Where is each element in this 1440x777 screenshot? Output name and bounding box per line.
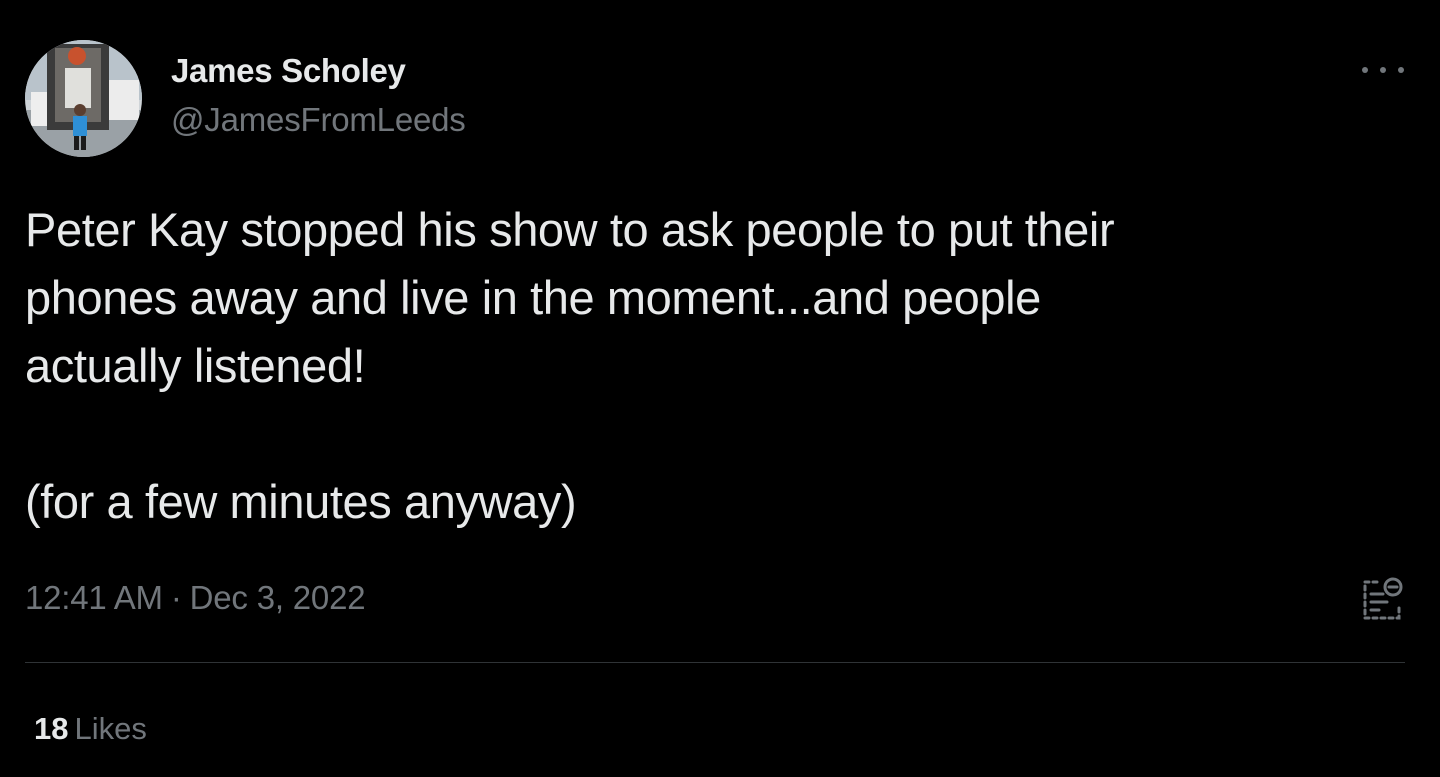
tweet-text-line: actually listened! [25, 339, 366, 392]
likes-label: Likes [74, 711, 147, 746]
timestamp-separator: · [170, 579, 182, 616]
likes-count: 18 [34, 711, 69, 746]
tweet-text-paragraph: (for a few minutes anyway) [25, 475, 577, 528]
author-display-name[interactable]: James Scholey [171, 52, 406, 90]
author-handle[interactable]: @JamesFromLeeds [171, 101, 466, 139]
likes-stat[interactable]: 18 Likes [34, 711, 147, 747]
more-horizontal-icon [1398, 67, 1404, 73]
analytics-icon[interactable] [1357, 574, 1407, 624]
tweet-date: Dec 3, 2022 [189, 579, 366, 616]
tweet-text-line: Peter Kay stopped his show to ask people… [25, 203, 1115, 256]
avatar[interactable] [25, 40, 142, 157]
tweet-text-line: phones away and live in the moment...and… [25, 271, 1041, 324]
tweet-timestamp[interactable]: 12:41 AM · Dec 3, 2022 [25, 579, 366, 617]
tweet-text: Peter Kay stopped his show to ask people… [25, 196, 1415, 536]
more-options-button[interactable] [1362, 58, 1404, 82]
stats-divider [25, 662, 1405, 663]
tweet-card: James Scholey @JamesFromLeeds Peter Kay … [0, 0, 1440, 777]
avatar-image [25, 40, 142, 157]
tweet-time: 12:41 AM [25, 579, 163, 616]
more-horizontal-icon [1362, 67, 1368, 73]
more-horizontal-icon [1380, 67, 1386, 73]
